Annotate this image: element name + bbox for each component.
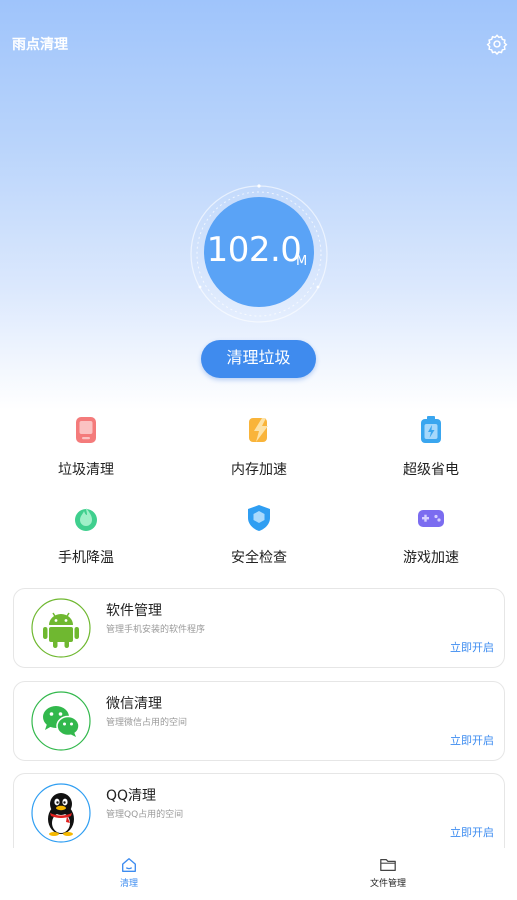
feature-memory-boost[interactable]: 内存加速 xyxy=(199,415,319,479)
card-description: 管理微信占用的空间 xyxy=(106,718,188,728)
bottom-nav: 清理 文件管理 xyxy=(0,848,517,900)
feature-junk-clean[interactable]: 垃圾清理 xyxy=(26,415,146,479)
card-qq-clean[interactable]: QQ清理 管理QQ占用的空间 立即开启 xyxy=(13,773,505,849)
feature-cool-down[interactable]: 手机降温 xyxy=(26,503,146,567)
gamepad-icon xyxy=(418,510,444,527)
card-description: 管理QQ占用的空间 xyxy=(106,810,184,820)
app-title: 雨点清理 xyxy=(12,37,68,53)
clean-junk-button[interactable]: 清理垃圾 xyxy=(201,340,316,378)
card-wechat-clean[interactable]: 微信清理 管理微信占用的空间 立即开启 xyxy=(13,681,505,761)
card-description: 管理手机安装的软件程序 xyxy=(106,625,206,635)
open-now-link[interactable]: 立即开启 xyxy=(450,639,494,655)
nav-label: 清理 xyxy=(119,879,138,889)
gear-icon[interactable] xyxy=(486,33,508,56)
wechat-icon xyxy=(31,691,91,751)
feature-label: 安全检查 xyxy=(231,550,287,566)
feature-label: 超级省电 xyxy=(403,462,459,478)
feature-label: 手机降温 xyxy=(58,550,114,566)
android-icon xyxy=(31,598,91,658)
feature-label: 游戏加速 xyxy=(403,550,459,566)
phone-trash-icon xyxy=(76,417,96,443)
feature-security-check[interactable]: 安全检查 xyxy=(199,503,319,567)
flame-icon xyxy=(75,508,97,531)
shield-icon xyxy=(248,505,270,531)
nav-label: 文件管理 xyxy=(369,879,406,889)
junk-size-value: 102.0 xyxy=(206,230,302,270)
junk-size-unit: M xyxy=(296,254,308,269)
card-app-manager[interactable]: 软件管理 管理手机安装的软件程序 立即开启 xyxy=(13,588,505,668)
open-now-link[interactable]: 立即开启 xyxy=(450,824,494,840)
folder-icon xyxy=(380,858,396,872)
nav-tab-file-manager[interactable]: 文件管理 xyxy=(328,848,448,900)
open-now-link[interactable]: 立即开启 xyxy=(450,732,494,748)
home-icon xyxy=(122,858,136,872)
card-title: 微信清理 xyxy=(106,696,162,712)
feature-label: 垃圾清理 xyxy=(58,462,114,478)
feature-game-boost[interactable]: 游戏加速 xyxy=(371,503,491,567)
qq-penguin-icon xyxy=(31,783,91,843)
nav-tab-clean[interactable]: 清理 xyxy=(69,848,189,900)
lightning-icon xyxy=(249,418,268,442)
card-title: 软件管理 xyxy=(106,603,162,619)
feature-label: 内存加速 xyxy=(231,462,287,478)
card-title: QQ清理 xyxy=(106,788,157,804)
feature-power-save[interactable]: 超级省电 xyxy=(371,415,491,479)
battery-icon xyxy=(421,416,441,443)
